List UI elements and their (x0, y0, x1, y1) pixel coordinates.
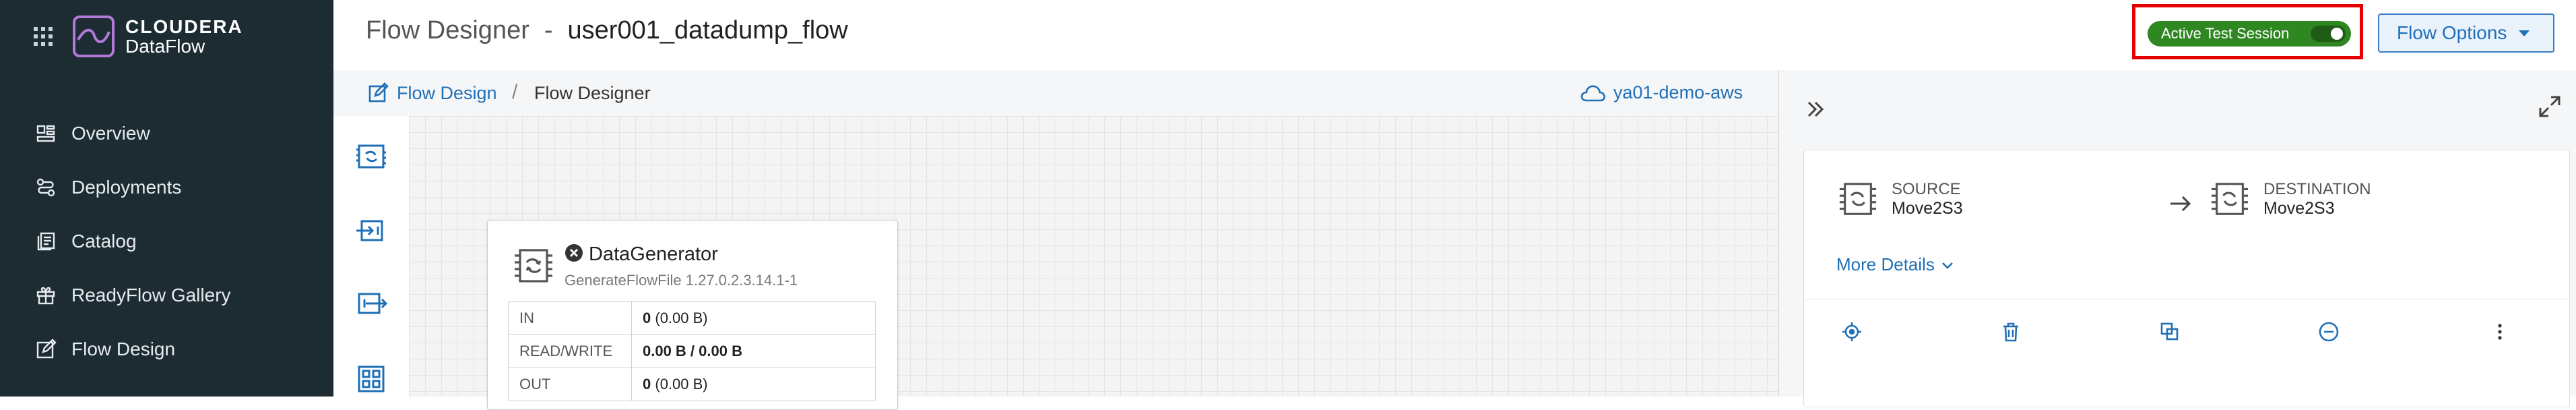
output-port-tool-icon[interactable] (352, 285, 390, 322)
stat-value-bold: 0 (643, 310, 651, 326)
environment-name: ya01-demo-aws (1613, 82, 1743, 102)
overview-icon (36, 125, 55, 142)
more-options-icon[interactable] (2488, 320, 2511, 343)
brand-name: CLOUDERA (125, 16, 243, 37)
deployments-icon (36, 178, 55, 197)
sidebar-item-label: Deployments (71, 177, 182, 198)
stat-value-bold: 0 (643, 376, 651, 392)
processor-icon (1839, 183, 1877, 215)
breadcrumb: Flow Design / Flow Designer ya01-demo-aw… (333, 70, 1778, 117)
connection-card: SOURCE Move2S3 DESTINATION Move2S3 More … (1803, 150, 2570, 407)
source-label: SOURCE (1892, 179, 1961, 198)
destination-value: Move2S3 (2263, 198, 2335, 218)
table-row: IN 0 (0.00 B) (508, 301, 876, 335)
chevron-down-icon (1942, 262, 1953, 269)
stat-value: 0.00 B / 0.00 B (631, 334, 876, 368)
source-text: SOURCE Move2S3 (1892, 180, 1963, 218)
breadcrumb-current: Flow Designer (534, 83, 651, 103)
sidebar-item-label: ReadyFlow Gallery (71, 285, 231, 305)
disable-icon[interactable] (2317, 320, 2340, 343)
invalid-status-icon (565, 244, 583, 262)
processor-type: GenerateFlowFile 1.27.0.2.3.14.1-1 (565, 272, 798, 289)
catalog-icon (37, 232, 55, 251)
more-details-link[interactable]: More Details (1836, 254, 1955, 275)
connection-config-panel: SOURCE Move2S3 DESTINATION Move2S3 More … (1778, 70, 2576, 407)
processor-icon (2211, 183, 2249, 215)
breadcrumb-flow-design-link[interactable]: Flow Design (367, 82, 497, 104)
sidebar-item-label: Flow Design (71, 339, 176, 359)
sidebar: CLOUDERA DataFlow Overview Deployments C… (0, 0, 333, 397)
sidebar-item-deployments[interactable]: Deployments (0, 160, 333, 214)
app-grid-icon[interactable] (34, 27, 53, 46)
page-title-text: Flow Designer (366, 16, 529, 45)
brand: CLOUDERA DataFlow (34, 9, 243, 63)
top-header: Flow Designer - user001_datadump_flow Acti… (333, 0, 2576, 71)
stat-value-rest: (0.00 B) (651, 310, 708, 326)
stat-value: 0 (0.00 B) (631, 301, 876, 335)
caret-down-icon (2519, 30, 2530, 36)
input-port-tool-icon[interactable] (352, 212, 390, 250)
sidebar-nav: Overview Deployments Catalog ReadyFlow G… (0, 107, 333, 376)
environment-link[interactable]: ya01-demo-aws (1580, 82, 1743, 103)
processor-tool-icon[interactable] (352, 138, 390, 175)
sidebar-item-readyflow-gallery[interactable]: ReadyFlow Gallery (0, 268, 333, 322)
stat-key: READ/WRITE (508, 334, 632, 368)
destination-label: DESTINATION (2263, 179, 2371, 198)
stat-key: IN (508, 301, 632, 335)
title-separator: - (544, 16, 553, 45)
expand-icon[interactable] (2538, 94, 2562, 119)
stat-value-bold: 0.00 B / 0.00 B (643, 343, 742, 359)
table-row: OUT 0 (0.00 B) (508, 368, 876, 401)
session-highlight-box: Active Test Session (2132, 4, 2363, 59)
sidebar-item-label: Catalog (71, 231, 137, 252)
process-group-tool-icon[interactable] (352, 360, 390, 398)
component-palette (333, 116, 410, 397)
flow-options-label: Flow Options (2397, 22, 2507, 43)
brand-text: CLOUDERA DataFlow (125, 16, 243, 57)
table-row: READ/WRITE 0.00 B / 0.00 B (508, 334, 876, 368)
brand-product: DataFlow (125, 36, 205, 57)
arrow-right-icon (2170, 196, 2191, 212)
processor-name: DataGenerator (589, 243, 718, 265)
gift-icon (36, 287, 55, 305)
flow-name: user001_datadump_flow (567, 16, 848, 45)
flow-options-button[interactable]: Flow Options (2378, 13, 2554, 53)
breadcrumb-link-label: Flow Design (397, 82, 497, 103)
copy-icon[interactable] (2158, 320, 2181, 343)
dataflow-logo-icon (73, 16, 115, 57)
destination-text: DESTINATION Move2S3 (2263, 180, 2371, 218)
processor-stats-table: IN 0 (0.00 B) READ/WRITE 0.00 B / 0.00 B… (508, 301, 876, 401)
processor-icon (515, 249, 552, 283)
cloud-icon (1580, 85, 1606, 101)
toggle-switch[interactable] (2311, 26, 2346, 42)
stat-value-rest: (0.00 B) (651, 376, 708, 392)
flow-canvas[interactable]: DataGenerator GenerateFlowFile 1.27.0.2.… (409, 116, 1778, 410)
flow-design-icon (368, 82, 389, 102)
destination-endpoint: DESTINATION Move2S3 (2208, 179, 2371, 219)
delete-icon[interactable] (1999, 320, 2022, 343)
sidebar-item-catalog[interactable]: Catalog (0, 214, 333, 268)
sidebar-item-overview[interactable]: Overview (0, 107, 333, 160)
more-details-label: More Details (1836, 254, 1935, 274)
stat-value: 0 (0.00 B) (631, 368, 876, 401)
toggle-knob (2331, 28, 2343, 40)
source-value: Move2S3 (1892, 198, 1963, 218)
locate-icon[interactable] (1840, 320, 1863, 343)
session-label: Active Test Session (2161, 25, 2290, 42)
breadcrumb-separator: / (512, 81, 518, 103)
flow-design-icon (36, 339, 57, 359)
stat-key: OUT (508, 368, 632, 401)
collapse-panel-icon[interactable] (1803, 97, 1828, 121)
source-endpoint: SOURCE Move2S3 (1836, 179, 1963, 219)
page-title: Flow Designer - user001_datadump_flow (366, 16, 848, 45)
sidebar-item-label: Overview (71, 123, 150, 144)
sidebar-item-flow-design[interactable]: Flow Design (0, 322, 333, 376)
active-test-session-toggle[interactable]: Active Test Session (2148, 21, 2351, 47)
processor-card[interactable]: DataGenerator GenerateFlowFile 1.27.0.2.… (487, 220, 898, 410)
